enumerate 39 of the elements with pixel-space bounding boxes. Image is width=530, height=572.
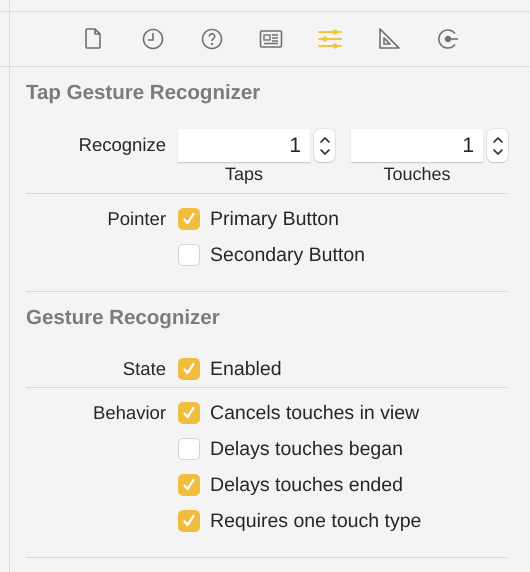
field-label: Behavior: [92, 401, 166, 425]
checkbox[interactable]: [178, 358, 200, 380]
checkbox-label: Enabled: [210, 358, 282, 380]
field-caption: Taps: [224, 164, 264, 185]
help-icon: [199, 26, 225, 52]
number-field[interactable]: 1: [178, 129, 310, 162]
checkbox[interactable]: [178, 208, 200, 230]
field-label: Recognize: [78, 133, 166, 157]
clock-tab[interactable]: [140, 26, 166, 52]
checkbox[interactable]: [178, 402, 200, 424]
checkbox-label: Cancels touches in view: [210, 402, 420, 424]
help-tab[interactable]: [199, 26, 225, 52]
checkbox-label: Secondary Button: [210, 244, 366, 266]
checkmark-icon: [182, 362, 196, 376]
checkbox-label: Delays touches began: [210, 438, 403, 460]
checkmark-icon: [182, 514, 196, 528]
checkbox[interactable]: [178, 474, 200, 496]
checkbox[interactable]: [178, 438, 200, 460]
field-label: State: [122, 357, 166, 381]
checkbox-label: Requires one touch type: [210, 510, 422, 532]
triangle-ruler-tab[interactable]: [376, 26, 402, 52]
field-caption: Touches: [382, 164, 452, 185]
section-title: Gesture Recognizer: [26, 305, 220, 331]
checkbox-label: Primary Button: [210, 208, 339, 230]
checkbox-label: Delays touches ended: [210, 474, 403, 496]
checkbox[interactable]: [178, 510, 200, 532]
section-title: Tap Gesture Recognizer: [26, 80, 260, 106]
connection-tab[interactable]: [435, 26, 461, 52]
number-field[interactable]: 1: [351, 129, 483, 162]
stepper[interactable]: [487, 129, 508, 162]
checkmark-icon: [182, 406, 196, 420]
field-label: Pointer: [107, 207, 166, 231]
triangle-ruler-icon: [376, 26, 402, 52]
stepper[interactable]: [314, 129, 335, 162]
checkbox[interactable]: [178, 244, 200, 266]
checkmark-icon: [182, 212, 196, 226]
checkmark-icon: [182, 478, 196, 492]
clock-icon: [140, 26, 166, 52]
connection-icon: [435, 26, 461, 52]
